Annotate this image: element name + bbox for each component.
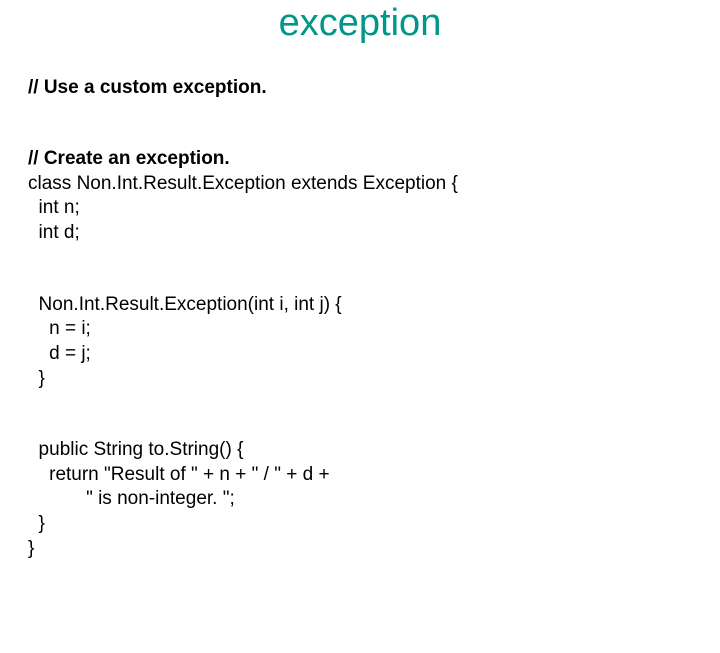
tostring-line-1: return "Result of " + n + " / " + d + xyxy=(28,464,330,485)
class-close: } xyxy=(28,538,34,559)
constructor-head: Non.Int.Result.Exception(int i, int j) { xyxy=(28,294,342,315)
constructor-close: } xyxy=(28,368,45,389)
field-n: int n; xyxy=(28,197,80,218)
tostring-close: } xyxy=(28,513,45,534)
slide-container: exception // Use a custom exception. // … xyxy=(0,0,720,653)
comment-create: // Create an exception. xyxy=(28,148,230,169)
tostring-head: public String to.String() { xyxy=(28,439,243,460)
constructor-line-1: n = i; xyxy=(28,318,91,339)
class-declaration: class Non.Int.Result.Exception extends E… xyxy=(28,173,458,194)
constructor-line-2: d = j; xyxy=(28,343,91,364)
tostring-line-2: " is non-integer. "; xyxy=(28,488,235,509)
code-block: // Use a custom exception. // Create an … xyxy=(28,51,692,633)
field-d: int d; xyxy=(28,222,80,243)
comment-use: // Use a custom exception. xyxy=(28,77,267,98)
slide-title: exception xyxy=(28,0,692,45)
